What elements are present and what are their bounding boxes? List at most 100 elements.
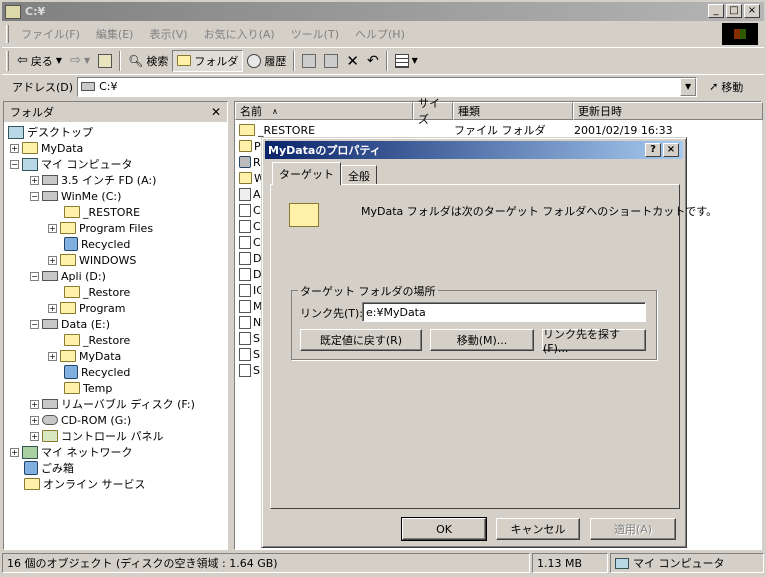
dialog-close-button[interactable]: × <box>663 143 679 157</box>
table-row[interactable]: A <box>239 186 261 202</box>
address-input[interactable]: C:¥ ▼ <box>77 76 698 97</box>
cancel-button[interactable]: キャンセル <box>496 518 580 540</box>
menu-edit[interactable]: 編集(E) <box>88 26 142 42</box>
file-icon <box>239 267 251 281</box>
move-button[interactable]: 移動(M)... <box>430 329 534 351</box>
toolbar-grip[interactable] <box>6 50 9 71</box>
tree-item[interactable]: − WinMe (C:) <box>30 188 121 204</box>
table-row[interactable]: M <box>239 298 263 314</box>
search-label: 検索 <box>146 54 169 68</box>
maximize-button[interactable]: □ <box>726 4 742 18</box>
tree-item[interactable]: オンライン サービス <box>24 476 146 492</box>
collapse-icon[interactable]: − <box>30 319 39 329</box>
window-titlebar[interactable]: C:¥ _ □ × <box>2 2 764 21</box>
tree-item[interactable]: Recycled <box>64 364 130 380</box>
menu-view[interactable]: 表示(V) <box>141 26 195 42</box>
folders-button[interactable]: フォルダ <box>172 49 244 72</box>
tree-item[interactable]: − Apli (D:) <box>30 268 106 284</box>
column-size[interactable]: サイズ <box>413 97 453 126</box>
table-row[interactable]: N <box>239 314 261 330</box>
column-modified[interactable]: 更新日時 <box>573 102 763 120</box>
dialog-titlebar[interactable]: MyDataのプロパティ ? × <box>265 141 683 159</box>
expand-icon[interactable]: + <box>48 303 57 313</box>
menu-favorites[interactable]: お気に入り(A) <box>196 26 283 42</box>
tab-target[interactable]: ターゲット <box>272 162 341 185</box>
expand-icon[interactable]: + <box>30 175 39 185</box>
tree-item[interactable]: ごみ箱 <box>24 460 74 476</box>
minimize-button[interactable]: _ <box>708 4 724 18</box>
copy-to-button[interactable] <box>320 50 342 72</box>
expand-icon[interactable]: + <box>10 143 19 153</box>
up-button[interactable] <box>94 50 116 72</box>
close-button[interactable]: × <box>744 4 760 18</box>
move-to-button[interactable] <box>298 50 320 72</box>
views-button[interactable]: ▼ <box>391 50 422 72</box>
expand-icon[interactable]: + <box>30 399 39 409</box>
apply-button[interactable]: 適用(A) <box>590 518 676 540</box>
column-type[interactable]: 種類 <box>453 102 573 120</box>
tree-item[interactable]: + Program Files <box>48 220 153 236</box>
table-row[interactable]: S <box>239 330 260 346</box>
tree-item[interactable]: _Restore <box>64 332 130 348</box>
collapse-icon[interactable]: − <box>10 159 19 169</box>
tree-item[interactable]: + CD-ROM (G:) <box>30 412 131 428</box>
table-row[interactable]: D <box>239 266 261 282</box>
tree-item[interactable]: _RESTORE <box>64 204 140 220</box>
table-row[interactable]: R <box>239 154 261 170</box>
expand-icon[interactable]: + <box>48 255 57 265</box>
tree-item[interactable]: _Restore <box>64 284 130 300</box>
forward-dropdown-icon[interactable]: ▼ <box>84 56 90 65</box>
collapse-icon[interactable]: − <box>30 191 39 201</box>
tab-general[interactable]: 全般 <box>341 165 377 185</box>
tree-item[interactable]: + マイ ネットワーク <box>10 444 133 460</box>
collapse-icon[interactable]: − <box>30 271 39 281</box>
menu-tools[interactable]: ツール(T) <box>283 26 347 42</box>
column-name[interactable]: 名前 ∧ <box>235 102 413 120</box>
tree-item[interactable]: +3.5 インチ FD (A:) <box>30 172 156 188</box>
menu-help[interactable]: ヘルプ(H) <box>347 26 413 42</box>
tree-item[interactable]: − Data (E:) <box>30 316 110 332</box>
sort-ascending-icon: ∧ <box>272 106 278 116</box>
tree-item[interactable]: + MyData <box>48 348 121 364</box>
undo-button[interactable]: ↶ <box>363 50 383 72</box>
back-button[interactable]: ⇦ 戻る ▼ <box>13 50 66 72</box>
expand-icon[interactable]: + <box>30 415 39 425</box>
tree-item[interactable]: + WINDOWS <box>48 252 136 268</box>
table-row[interactable]: C <box>239 202 261 218</box>
tree-item[interactable]: Recycled <box>64 236 130 252</box>
table-row[interactable]: P <box>239 138 261 154</box>
expand-icon[interactable]: + <box>30 431 39 441</box>
expand-icon[interactable]: + <box>48 351 57 361</box>
ok-button[interactable]: OK <box>401 517 487 541</box>
table-row[interactable]: _RESTORE ファイル フォルダ 2001/02/19 16:33 <box>239 122 673 138</box>
go-button[interactable]: ➚ 移動 <box>709 79 743 95</box>
table-row[interactable]: C <box>239 234 261 250</box>
expand-icon[interactable]: + <box>10 447 19 457</box>
table-row[interactable]: C <box>239 218 261 234</box>
forward-button[interactable]: ⇨ ▼ <box>66 50 94 72</box>
folder-pane-header: フォルダ ✕ <box>4 102 227 122</box>
help-button[interactable]: ? <box>645 143 661 157</box>
restore-default-button[interactable]: 既定値に戻す(R) <box>300 329 422 351</box>
find-target-button[interactable]: リンク先を探す(F)... <box>542 328 646 355</box>
tree-item[interactable]: + MyData <box>10 140 83 156</box>
tree-item[interactable]: + リムーバブル ディスク (F:) <box>30 396 195 412</box>
tree-item[interactable]: + コントロール パネル <box>30 428 164 444</box>
search-button[interactable]: 🔍︎ 検索 <box>124 50 172 72</box>
menu-grip[interactable] <box>6 25 9 43</box>
history-button[interactable]: 履歴 <box>243 50 290 72</box>
table-row[interactable]: D <box>239 250 261 266</box>
back-dropdown-icon[interactable]: ▼ <box>56 56 62 65</box>
tree-item[interactable]: + Program <box>48 300 125 316</box>
expand-icon[interactable]: + <box>48 223 57 233</box>
link-target-input[interactable]: e:¥MyData <box>362 302 646 322</box>
tree-item[interactable]: Temp <box>64 380 112 396</box>
address-dropdown-icon[interactable]: ▼ <box>680 77 697 96</box>
tree-item[interactable]: デスクトップ <box>8 124 93 140</box>
tree-item[interactable]: − マイ コンピュータ <box>10 156 133 172</box>
table-row[interactable]: S <box>239 346 260 362</box>
close-pane-icon[interactable]: ✕ <box>211 105 221 119</box>
table-row[interactable]: S <box>239 362 260 378</box>
menu-file[interactable]: ファイル(F) <box>13 26 88 42</box>
delete-button[interactable]: ✕ <box>342 50 363 72</box>
